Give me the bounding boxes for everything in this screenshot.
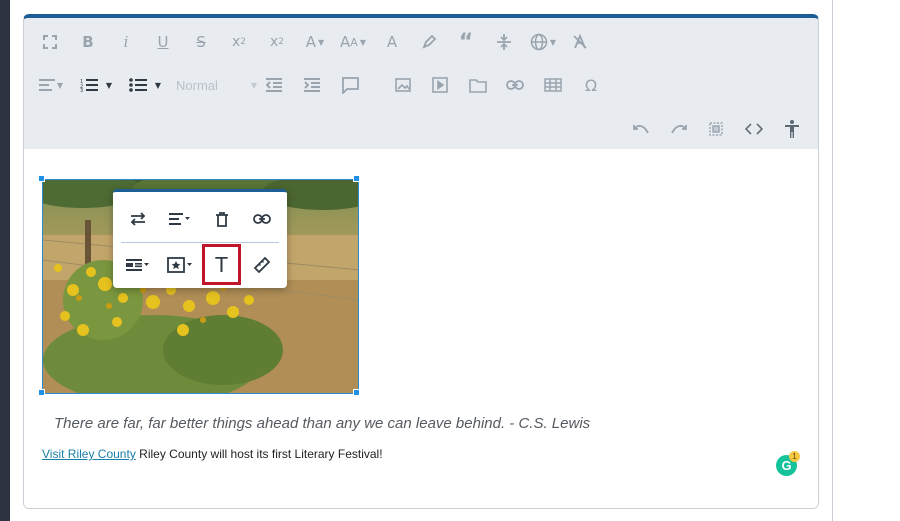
change-size-icon[interactable]	[243, 246, 281, 284]
highlight-icon[interactable]	[415, 28, 443, 56]
insert-link-icon[interactable]	[243, 200, 281, 238]
resize-handle-bottom-right[interactable]	[353, 389, 360, 396]
resize-handle-bottom-left[interactable]	[38, 389, 45, 396]
insert-table-icon[interactable]	[539, 71, 567, 99]
outdent-icon[interactable]	[260, 71, 288, 99]
superscript-icon[interactable]: x2	[263, 28, 291, 56]
unordered-list-icon[interactable]: ▼	[125, 71, 165, 99]
insert-file-icon[interactable]	[464, 71, 492, 99]
align-image-icon[interactable]	[161, 200, 199, 238]
italic-icon[interactable]: i	[112, 28, 140, 56]
paragraph-format-select[interactable]: Normal	[176, 78, 218, 93]
insert-video-icon[interactable]	[426, 71, 454, 99]
undo-icon[interactable]	[627, 115, 655, 143]
indent-icon[interactable]	[298, 71, 326, 99]
select-all-icon[interactable]	[702, 115, 730, 143]
clear-formatting-icon[interactable]	[566, 28, 594, 56]
left-panel-edge	[0, 0, 10, 521]
font-size-icon[interactable]: A A ▼	[337, 28, 369, 56]
quote-text[interactable]: There are far, far better things ahead t…	[54, 415, 590, 432]
redo-icon[interactable]	[665, 115, 693, 143]
underline-icon[interactable]: U	[149, 28, 177, 56]
font-family-icon[interactable]: A ▼	[299, 28, 331, 56]
text-color-icon[interactable]: A	[378, 28, 406, 56]
comment-icon[interactable]	[336, 71, 364, 99]
resize-handle-top-right[interactable]	[353, 175, 360, 182]
editor-toolbar: B i U S x2 x2 A ▼ A A ▼ A “ ▼ ▼ 1 2 3 ▼ ▼ Nor	[24, 18, 818, 149]
paragraph-text: Riley County will host its first Literar…	[135, 447, 383, 461]
strikethrough-icon[interactable]: S	[187, 28, 215, 56]
remove-image-icon[interactable]	[203, 200, 241, 238]
resize-handle-top-left[interactable]	[38, 175, 45, 182]
paragraph[interactable]: Visit Riley County Riley County will hos…	[42, 447, 383, 461]
image-edit-popup: T	[113, 189, 287, 288]
blockquote-icon[interactable]: “	[452, 28, 480, 56]
grammarly-badge: 1	[789, 451, 800, 462]
svg-text:3: 3	[80, 88, 83, 92]
code-view-icon[interactable]	[740, 115, 768, 143]
fullscreen-icon[interactable]	[36, 28, 64, 56]
language-icon[interactable]: ▼	[526, 28, 560, 56]
accessibility-icon[interactable]	[778, 115, 806, 143]
ordered-list-icon[interactable]: 1 2 3 ▼	[76, 71, 116, 99]
insert-image-icon[interactable]	[389, 71, 417, 99]
align-icon[interactable]: ▼	[34, 71, 68, 99]
popup-divider	[121, 242, 279, 243]
visit-riley-county-link[interactable]: Visit Riley County	[42, 447, 136, 461]
replace-image-icon[interactable]	[119, 200, 157, 238]
insert-link-icon[interactable]	[501, 71, 529, 99]
subscript-icon[interactable]: x2	[225, 28, 253, 56]
right-divider	[832, 0, 833, 521]
special-characters-icon[interactable]: Ω	[577, 71, 605, 99]
image-style-icon[interactable]	[161, 246, 199, 284]
bold-icon[interactable]: B	[74, 28, 102, 56]
display-image-icon[interactable]	[119, 246, 157, 284]
alternate-text-icon[interactable]: T	[202, 244, 241, 285]
line-height-icon[interactable]	[490, 28, 518, 56]
